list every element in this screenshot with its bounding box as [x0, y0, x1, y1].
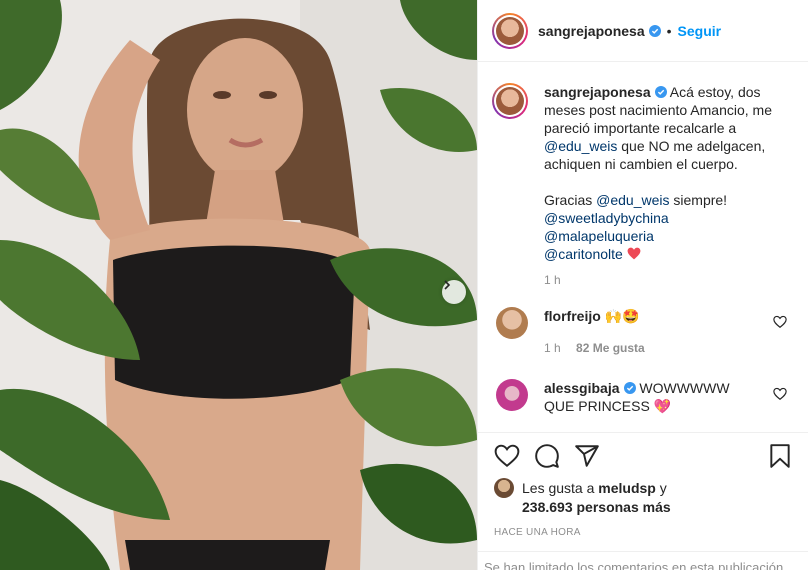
liker-avatar[interactable] [494, 478, 514, 498]
likes-count[interactable]: 238.693 personas más [522, 499, 671, 515]
comment-icon[interactable] [534, 443, 560, 469]
caption-text: sangrejaponesa Acá estoy, dos meses post… [544, 83, 774, 263]
comments-limited-notice: Se han limitado los comentarios en esta … [478, 551, 808, 570]
comment-item: florfreijo 🙌🤩 1 h 82 Me gusta [478, 307, 808, 357]
likes-prefix: Les gusta a [522, 480, 595, 496]
caption-tag-2[interactable]: @malapeluqueria [544, 228, 654, 244]
comment-avatar[interactable] [496, 379, 528, 411]
author-username[interactable]: sangrejaponesa [538, 23, 645, 39]
verified-badge-icon [654, 86, 667, 98]
comment-item: alessgibaja WOWWWWW QUE PRINCESS 💖 [478, 379, 808, 415]
caption-username[interactable]: sangrejaponesa [544, 84, 651, 100]
caption-avatar[interactable] [492, 83, 528, 119]
comment-meta: 1 h 82 Me gusta [544, 339, 754, 357]
follow-button[interactable]: Seguir [678, 23, 722, 39]
caption-thanks-end: siempre! [673, 192, 728, 208]
carousel-next-button[interactable] [442, 280, 466, 304]
author-avatar[interactable] [492, 12, 528, 49]
heart-icon[interactable] [494, 443, 520, 469]
separator-dot: • [666, 22, 672, 39]
post-photo [0, 0, 477, 570]
post-actions: Les gusta a meludsp y 238.693 personas m… [478, 432, 808, 538]
photo-illustration [0, 0, 477, 570]
caption-mention-2[interactable]: @edu_weis [596, 192, 669, 208]
caption-tag-3[interactable]: @caritonolte [544, 246, 623, 262]
verified-badge-icon [648, 24, 661, 37]
post-time[interactable]: HACE UNA HORA [494, 527, 793, 538]
bookmark-icon[interactable] [767, 443, 793, 469]
post-side-panel: sangrejaponesa • Seguir sangrejaponesa A… [477, 0, 808, 570]
post-header: sangrejaponesa • Seguir [478, 0, 808, 62]
chevron-right-icon [444, 280, 451, 290]
likes-user[interactable]: meludsp [598, 480, 656, 496]
comment-like-icon[interactable] [773, 387, 787, 401]
caption: sangrejaponesa Acá estoy, dos meses post… [478, 63, 808, 263]
verified-badge-icon [623, 382, 636, 394]
comment-likes[interactable]: 82 Me gusta [576, 341, 645, 355]
likes-summary: Les gusta a meludsp y 238.693 personas m… [494, 478, 793, 517]
comment-text: 🙌🤩 [604, 308, 640, 324]
comment-avatar[interactable] [496, 307, 528, 339]
red-heart-emoji-icon [627, 247, 641, 260]
action-icons [494, 433, 793, 479]
caption-mention-1[interactable]: @edu_weis [544, 138, 617, 154]
caption-thanks: Gracias [544, 192, 593, 208]
comments-area[interactable]: sangrejaponesa Acá estoy, dos meses post… [478, 63, 808, 431]
caption-time: 1 h [544, 273, 561, 287]
likes-joiner: y [659, 480, 667, 496]
comment-like-icon[interactable] [773, 315, 787, 329]
caption-tag-1[interactable]: @sweetladybychina [544, 210, 669, 226]
paper-plane-icon[interactable] [574, 443, 600, 469]
comment-username[interactable]: alessgibaja [544, 380, 620, 396]
comment-username[interactable]: florfreijo [544, 308, 601, 324]
comment-time: 1 h [544, 341, 561, 355]
